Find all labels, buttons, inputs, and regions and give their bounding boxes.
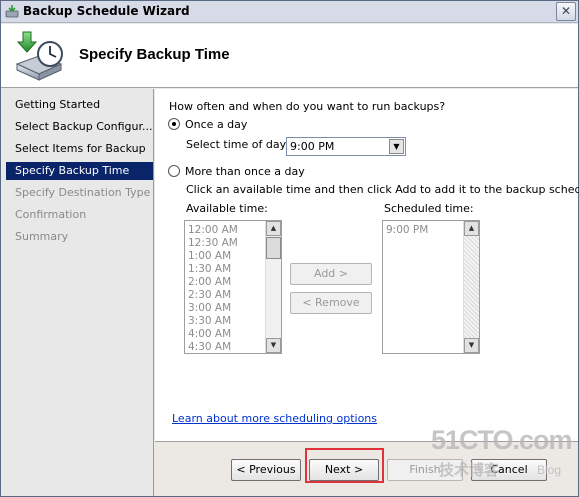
scheduled-time-list[interactable]: 9:00 PM ▲ ▼ [382,220,480,354]
remove-button[interactable]: < Remove [290,292,372,314]
wizard-header: Specify Backup Time [1,24,578,88]
step-specify-destination-type: Specify Destination Type [15,186,151,199]
list-item[interactable]: 1:30 AM [188,263,231,276]
scheduling-options-link[interactable]: Learn about more scheduling options [172,412,377,425]
list-item[interactable]: 2:30 AM [188,289,231,302]
scroll-up-icon: ▲ [464,221,479,236]
more-than-once-radio[interactable] [168,165,180,177]
chevron-down-icon[interactable]: ▼ [389,139,404,154]
watermark-blog: Blog [537,463,562,477]
time-of-day-select[interactable]: 9:00 PM ▼ [286,137,406,156]
next-button-highlight [305,448,384,483]
title-bar: Backup Schedule Wizard ✕ [1,1,578,23]
app-icon [5,5,19,18]
available-time-scrollbar[interactable]: ▲ ▼ [265,221,281,353]
close-icon: ✕ [560,4,572,18]
step-select-items[interactable]: Select Items for Backup [6,140,153,158]
window-title: Backup Schedule Wizard [23,4,190,18]
list-item[interactable]: 12:00 AM [188,224,238,237]
page-title: Specify Backup Time [79,46,230,63]
step-specify-backup-time[interactable]: Specify Backup Time [6,162,153,180]
available-time-label: Available time: [186,202,268,215]
wizard-steps: Getting Started Select Backup Configur..… [1,89,154,496]
once-a-day-label[interactable]: Once a day [185,118,247,131]
list-item[interactable]: 2:00 AM [188,276,231,289]
scroll-down-icon: ▼ [464,338,479,353]
more-than-once-label[interactable]: More than once a day [185,165,305,178]
watermark-chinese: 技术博客 [439,462,500,479]
list-item[interactable]: 4:30 AM [188,341,231,354]
backup-schedule-icon [15,31,63,81]
scroll-up-icon[interactable]: ▲ [266,221,281,236]
list-item[interactable]: 9:00 PM [386,224,428,237]
list-item[interactable]: 1:00 AM [188,250,231,263]
scheduled-time-label: Scheduled time: [384,202,474,215]
step-getting-started[interactable]: Getting Started [6,96,153,114]
step-select-backup-configuration[interactable]: Select Backup Configur... [6,118,153,136]
watermark-site: 51CTO.com [431,425,573,455]
scroll-thumb[interactable] [266,237,281,259]
list-item[interactable]: 4:00 AM [188,328,231,341]
list-item[interactable]: 12:30 AM [188,237,238,250]
scheduled-time-scrollbar: ▲ ▼ [463,221,479,353]
add-instructions: Click an available time and then click A… [186,183,579,196]
add-button[interactable]: Add > [290,263,372,285]
previous-button[interactable]: < Previous [231,459,301,481]
available-time-list[interactable]: 12:00 AM 12:30 AM 1:00 AM 1:30 AM 2:00 A… [184,220,282,354]
frequency-question: How often and when do you want to run ba… [169,100,446,113]
wizard-window: Backup Schedule Wizard ✕ Specify Backup … [0,0,579,497]
once-a-day-radio[interactable] [168,118,180,130]
time-of-day-value: 9:00 PM [290,140,335,153]
close-button[interactable]: ✕ [556,2,576,21]
list-item[interactable]: 3:30 AM [188,315,231,328]
list-item[interactable]: 3:00 AM [188,302,231,315]
watermark: 51CTO.com 技术博客 Blog [425,425,575,485]
scroll-down-icon[interactable]: ▼ [266,338,281,353]
step-summary: Summary [15,230,69,243]
step-confirmation: Confirmation [15,208,87,221]
time-of-day-label: Select time of day: [186,138,290,151]
